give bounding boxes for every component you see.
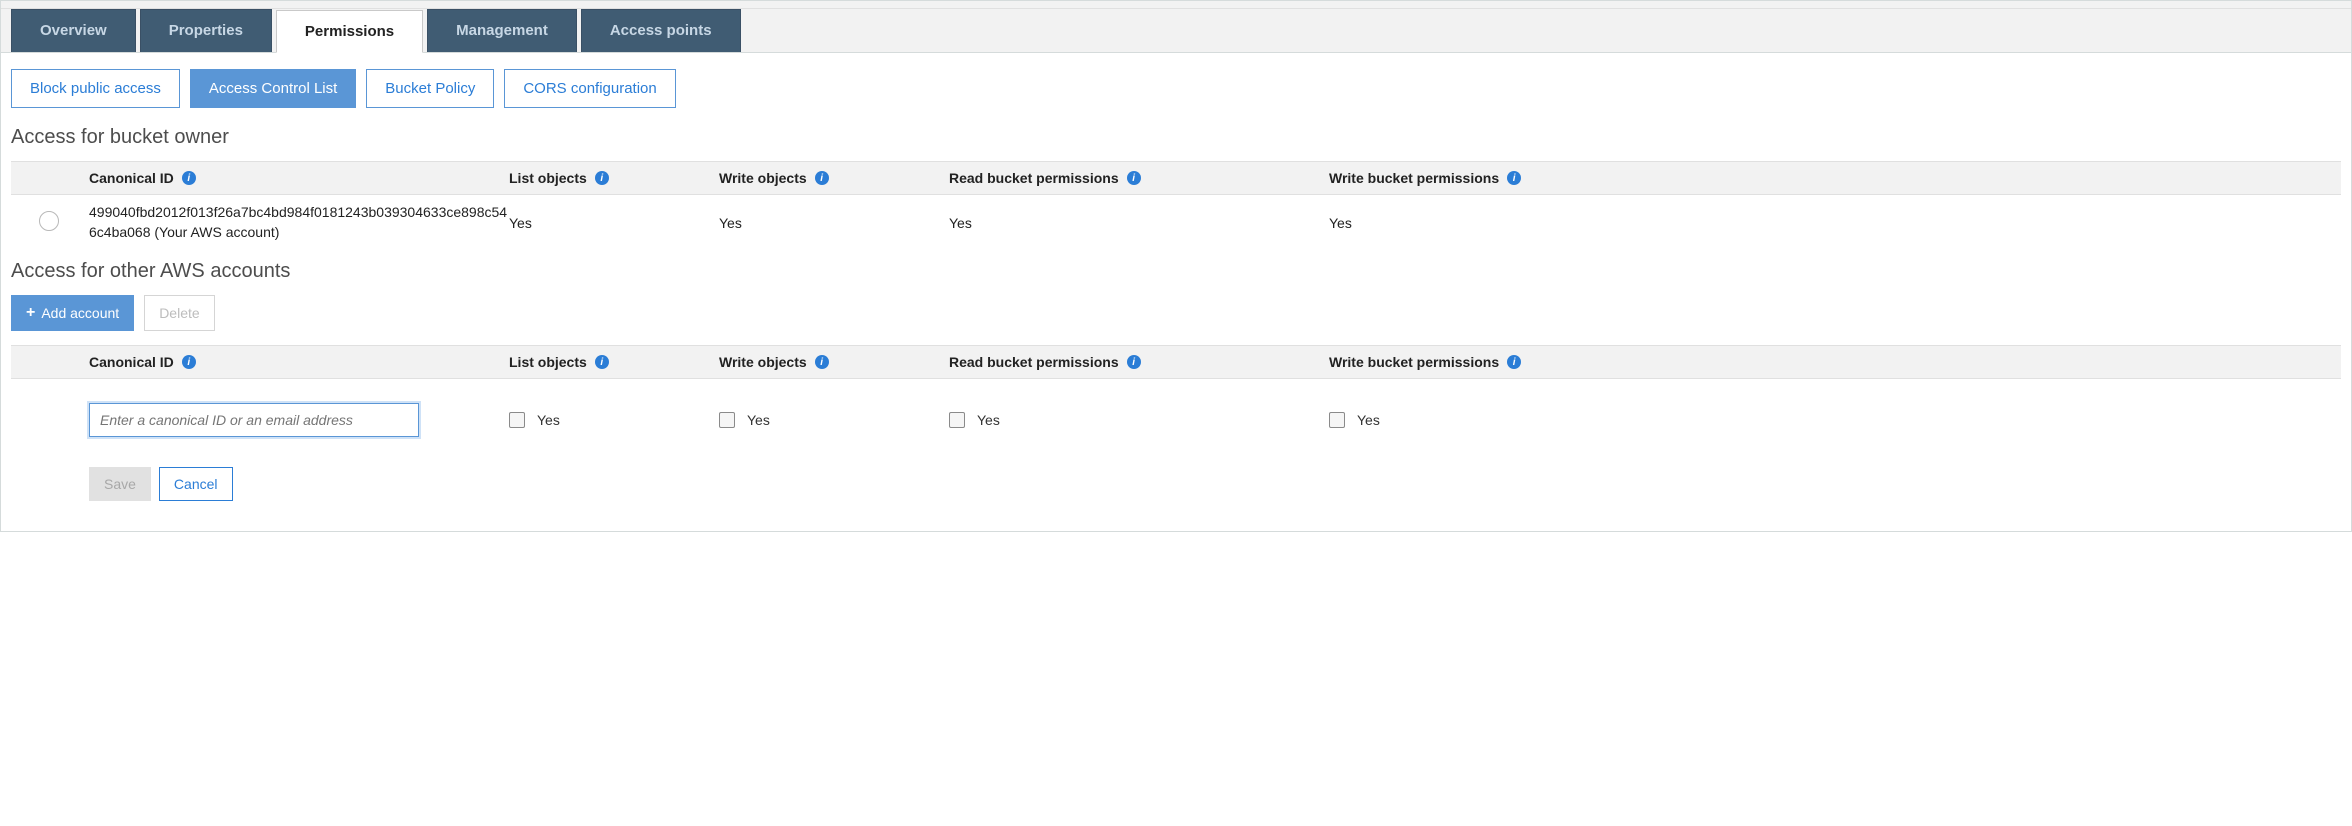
info-icon[interactable]: i	[1507, 355, 1521, 369]
read-perm-checkbox[interactable]	[949, 412, 965, 428]
info-icon[interactable]: i	[595, 171, 609, 185]
header-write-bucket-permissions: Write bucket permissions	[1329, 354, 1499, 370]
owner-table-header: Canonical ID i List objects i Write object…	[11, 161, 2341, 195]
cancel-button[interactable]: Cancel	[159, 467, 233, 501]
header-canonical-id: Canonical ID	[89, 354, 174, 370]
header-write-objects: Write objects	[719, 354, 807, 370]
header-read-bucket-permissions: Read bucket permissions	[949, 170, 1119, 186]
owner-list-objects-value: Yes	[509, 215, 719, 231]
tab-permissions[interactable]: Permissions	[276, 10, 423, 53]
new-account-row: Yes Yes Yes Yes	[11, 379, 2341, 447]
header-canonical-id: Canonical ID	[89, 170, 174, 186]
header-list-objects: List objects	[509, 354, 587, 370]
subtab-cors-configuration[interactable]: CORS configuration	[504, 69, 675, 108]
subtab-block-public-access[interactable]: Block public access	[11, 69, 180, 108]
header-write-bucket-permissions: Write bucket permissions	[1329, 170, 1499, 186]
subtab-access-control-list[interactable]: Access Control List	[190, 69, 356, 108]
info-icon[interactable]: i	[182, 171, 196, 185]
tab-management[interactable]: Management	[427, 9, 577, 52]
info-icon[interactable]: i	[1127, 355, 1141, 369]
info-icon[interactable]: i	[182, 355, 196, 369]
check-label: Yes	[1357, 412, 1380, 428]
write-objects-checkbox[interactable]	[719, 412, 735, 428]
row-select-radio[interactable]	[39, 211, 59, 231]
info-icon[interactable]: i	[1127, 171, 1141, 185]
tab-access-points[interactable]: Access points	[581, 9, 741, 52]
header-list-objects: List objects	[509, 170, 587, 186]
other-section-title: Access for other AWS accounts	[11, 260, 2341, 283]
list-objects-checkbox[interactable]	[509, 412, 525, 428]
info-icon[interactable]: i	[595, 355, 609, 369]
owner-read-perm-value: Yes	[949, 215, 1329, 231]
info-icon[interactable]: i	[815, 355, 829, 369]
plus-icon: +	[26, 304, 35, 322]
save-button: Save	[89, 467, 151, 501]
check-label: Yes	[977, 412, 1000, 428]
info-icon[interactable]: i	[1507, 171, 1521, 185]
owner-write-perm-value: Yes	[1329, 215, 2333, 231]
add-account-label: Add account	[41, 305, 119, 321]
owner-canonical-id: 499040fbd2012f013f26a7bc4bd984f0181243b0…	[89, 203, 509, 242]
add-account-button[interactable]: + Add account	[11, 295, 134, 331]
owner-write-objects-value: Yes	[719, 215, 949, 231]
owner-section-title: Access for bucket owner	[11, 126, 2341, 149]
header-read-bucket-permissions: Read bucket permissions	[949, 354, 1119, 370]
check-label: Yes	[747, 412, 770, 428]
other-table-header: Canonical ID i List objects i Write object…	[11, 345, 2341, 379]
subtab-bucket-policy[interactable]: Bucket Policy	[366, 69, 494, 108]
header-write-objects: Write objects	[719, 170, 807, 186]
tab-properties[interactable]: Properties	[140, 9, 272, 52]
delete-button: Delete	[144, 295, 214, 331]
canonical-id-input[interactable]	[89, 403, 419, 437]
check-label: Yes	[537, 412, 560, 428]
tab-overview[interactable]: Overview	[11, 9, 136, 52]
permissions-subtabs: Block public access Access Control List …	[11, 69, 2341, 108]
info-icon[interactable]: i	[815, 171, 829, 185]
main-tabbar: Overview Properties Permissions Manageme…	[1, 9, 2351, 53]
write-perm-checkbox[interactable]	[1329, 412, 1345, 428]
owner-table-row[interactable]: 499040fbd2012f013f26a7bc4bd984f0181243b0…	[11, 195, 2341, 250]
